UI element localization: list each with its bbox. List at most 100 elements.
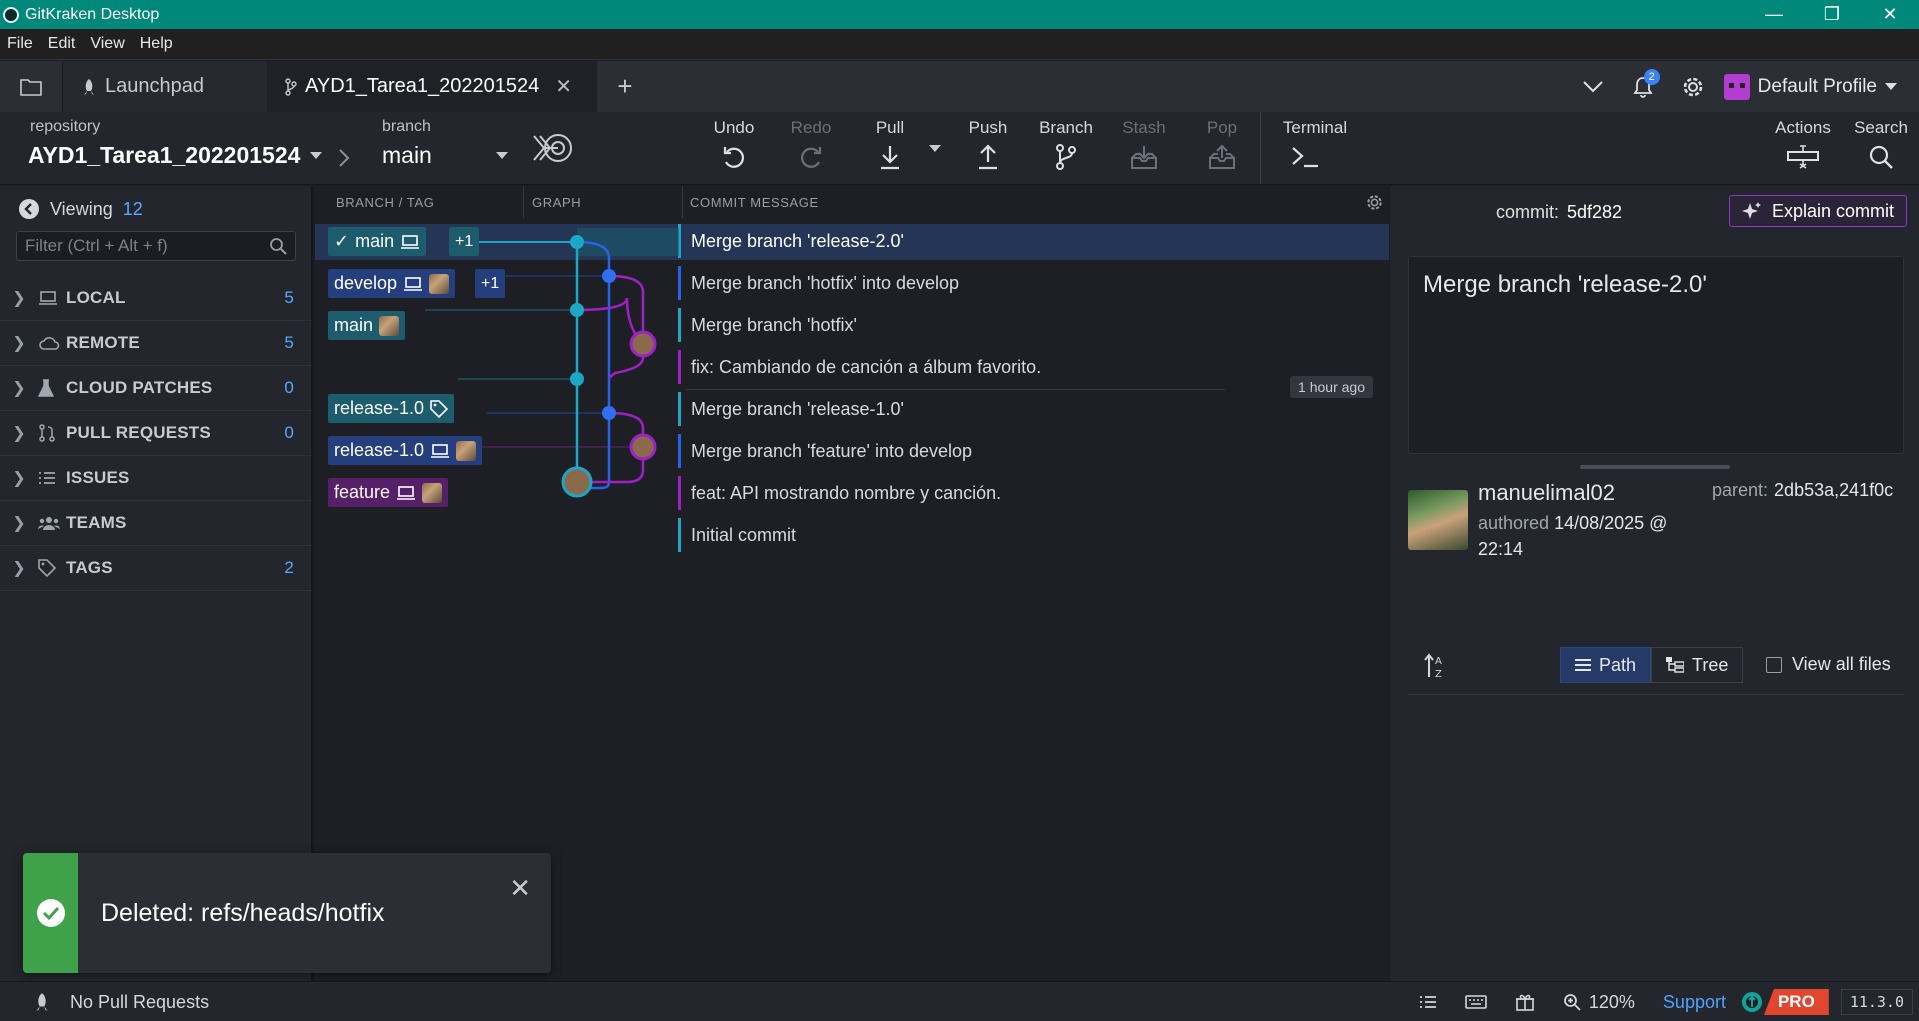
sidebar-section-cloud-patches[interactable]: ❯ CLOUD PATCHES 0 — [0, 366, 311, 411]
support-link[interactable]: Support — [1649, 992, 1740, 1013]
ref-main-remote[interactable]: main — [328, 311, 406, 340]
commit-avatar-node[interactable] — [561, 466, 593, 498]
filter-input[interactable]: Filter (Ctrl + Alt + f) — [16, 231, 296, 261]
repository-selector[interactable]: AYD1_Tarea1_202201524 — [28, 142, 323, 169]
redo-button[interactable]: Redo — [776, 118, 846, 170]
header-branch-tag[interactable]: BRANCH / TAG — [336, 195, 434, 210]
keyboard-shortcuts-button[interactable] — [1451, 994, 1501, 1010]
ref-more-badge[interactable]: +1 — [449, 227, 480, 256]
pull-button[interactable]: Pull — [855, 118, 925, 170]
lfs-button[interactable] — [532, 130, 574, 171]
sidebar-section-issues[interactable]: ❯ ISSUES — [0, 456, 311, 501]
tab-launchpad[interactable]: Launchpad — [62, 61, 267, 112]
gear-icon[interactable] — [1366, 194, 1383, 211]
ref-develop[interactable]: develop — [328, 269, 456, 298]
branch-button[interactable]: Branch — [1031, 118, 1101, 170]
sidebar-section-label: TEAMS — [66, 513, 127, 532]
pop-button[interactable]: Pop — [1187, 118, 1257, 170]
ref-feature[interactable]: feature — [328, 478, 449, 507]
check-circle-icon — [36, 899, 65, 927]
list-icon — [1575, 659, 1591, 671]
commit-node[interactable] — [570, 303, 584, 317]
column-divider[interactable] — [523, 186, 524, 218]
tag-icon — [38, 559, 56, 577]
stash-button[interactable]: Stash — [1109, 118, 1179, 170]
ref-label: main — [355, 231, 395, 251]
minimize-button[interactable]: — — [1745, 0, 1803, 29]
header-commit-message[interactable]: COMMIT MESSAGE — [690, 195, 819, 210]
close-window-button[interactable]: ✕ — [1861, 0, 1919, 29]
new-tab-button[interactable]: + — [597, 61, 653, 112]
view-all-files-toggle[interactable]: View all files — [1766, 654, 1891, 675]
actions-button[interactable]: Actions — [1768, 118, 1838, 170]
ref-main-local[interactable]: ✓ main — [328, 227, 427, 256]
commit-sha[interactable]: 5df282 — [1567, 202, 1622, 222]
open-repo-button[interactable] — [0, 61, 62, 112]
authored-info: authored 14/08/2025 @ 22:14 — [1478, 510, 1698, 562]
sidebar-section-pull-requests[interactable]: ❯ PULL REQUESTS 0 — [0, 411, 311, 456]
pull-requests-status[interactable]: No Pull Requests — [32, 982, 209, 1021]
tree-view-button[interactable]: Tree — [1651, 647, 1744, 683]
author-avatar — [1408, 490, 1468, 550]
viewing-toggle[interactable]: Viewing 12 — [18, 198, 143, 220]
pull-options-caret-icon[interactable] — [929, 145, 941, 153]
profile-switcher[interactable]: Default Profile — [1718, 73, 1919, 100]
sidebar-section-local[interactable]: ❯ LOCAL 5 — [0, 276, 311, 321]
commit-message: feat: API mostrando nombre y canción. — [678, 476, 1001, 510]
commit-node[interactable] — [570, 235, 584, 249]
commit-avatar-node[interactable] — [629, 330, 657, 358]
undo-button[interactable]: Undo — [699, 118, 769, 170]
ref-release-branch[interactable]: release-1.0 — [328, 436, 483, 465]
restore-button[interactable]: ❐ — [1803, 0, 1861, 29]
commit-label: commit: — [1496, 202, 1559, 222]
laptop-icon — [431, 443, 450, 458]
tabs-dropdown-button[interactable] — [1568, 61, 1618, 112]
activity-log-button[interactable] — [1405, 994, 1451, 1010]
view-all-files-checkbox[interactable] — [1766, 656, 1782, 673]
commit-node[interactable] — [570, 372, 584, 386]
sidebar-section-remote[interactable]: ❯ REMOTE 5 — [0, 321, 311, 366]
push-button[interactable]: Push — [953, 118, 1023, 170]
laptop-icon — [397, 485, 416, 500]
resize-handle[interactable] — [1580, 465, 1730, 469]
search-icon — [270, 238, 287, 255]
menu-edit[interactable]: Edit — [41, 35, 84, 53]
sort-az-icon[interactable]: AZ — [1424, 653, 1448, 679]
tab-repository[interactable]: AYD1_Tarea1_202201524 ✕ — [267, 61, 597, 112]
stash-label: Stash — [1122, 118, 1166, 137]
viewing-label: Viewing — [50, 198, 113, 219]
explain-commit-button[interactable]: Explain commit — [1728, 195, 1907, 227]
menu-help[interactable]: Help — [133, 35, 181, 53]
sidebar-section-teams[interactable]: ❯ TEAMS — [0, 501, 311, 546]
commit-avatar-node[interactable] — [629, 433, 657, 461]
settings-button[interactable] — [1668, 61, 1718, 112]
close-tab-icon[interactable]: ✕ — [555, 74, 572, 99]
notifications-button[interactable]: 2 — [1618, 61, 1668, 112]
ref-release-tag[interactable]: release-1.0 — [328, 394, 455, 423]
parent-shas[interactable]: 2db53a,241f0c — [1774, 480, 1893, 500]
sidebar-section-count: 0 — [284, 378, 294, 397]
branch-selector[interactable]: main — [382, 142, 508, 169]
menu-view[interactable]: View — [83, 35, 132, 53]
commit-node[interactable] — [602, 269, 616, 283]
whats-new-button[interactable] — [1501, 993, 1549, 1011]
path-view-button[interactable]: Path — [1560, 647, 1652, 683]
column-divider[interactable] — [682, 186, 683, 218]
menu-file[interactable]: File — [0, 35, 41, 53]
author-avatar — [429, 273, 450, 294]
zoom-level[interactable]: 120% — [1549, 992, 1649, 1013]
undo-icon — [723, 147, 745, 168]
branch-label: branch — [382, 118, 431, 135]
terminal-button[interactable]: Terminal — [1268, 118, 1362, 170]
ref-more-badge[interactable]: +1 — [475, 269, 506, 298]
branch-icon — [1056, 144, 1076, 170]
pro-badge[interactable]: PRO — [1763, 989, 1829, 1015]
header-graph[interactable]: GRAPH — [532, 195, 581, 210]
sidebar-section-tags[interactable]: ❯ TAGS 2 — [0, 546, 311, 591]
commit-message-box[interactable]: Merge branch 'release-2.0' — [1408, 256, 1904, 454]
gift-icon — [1515, 994, 1534, 1011]
commit-node[interactable] — [602, 406, 616, 420]
chevron-right-icon: ❯ — [12, 470, 26, 487]
close-toast-button[interactable]: ✕ — [509, 873, 531, 904]
search-button[interactable]: Search — [1846, 118, 1916, 170]
